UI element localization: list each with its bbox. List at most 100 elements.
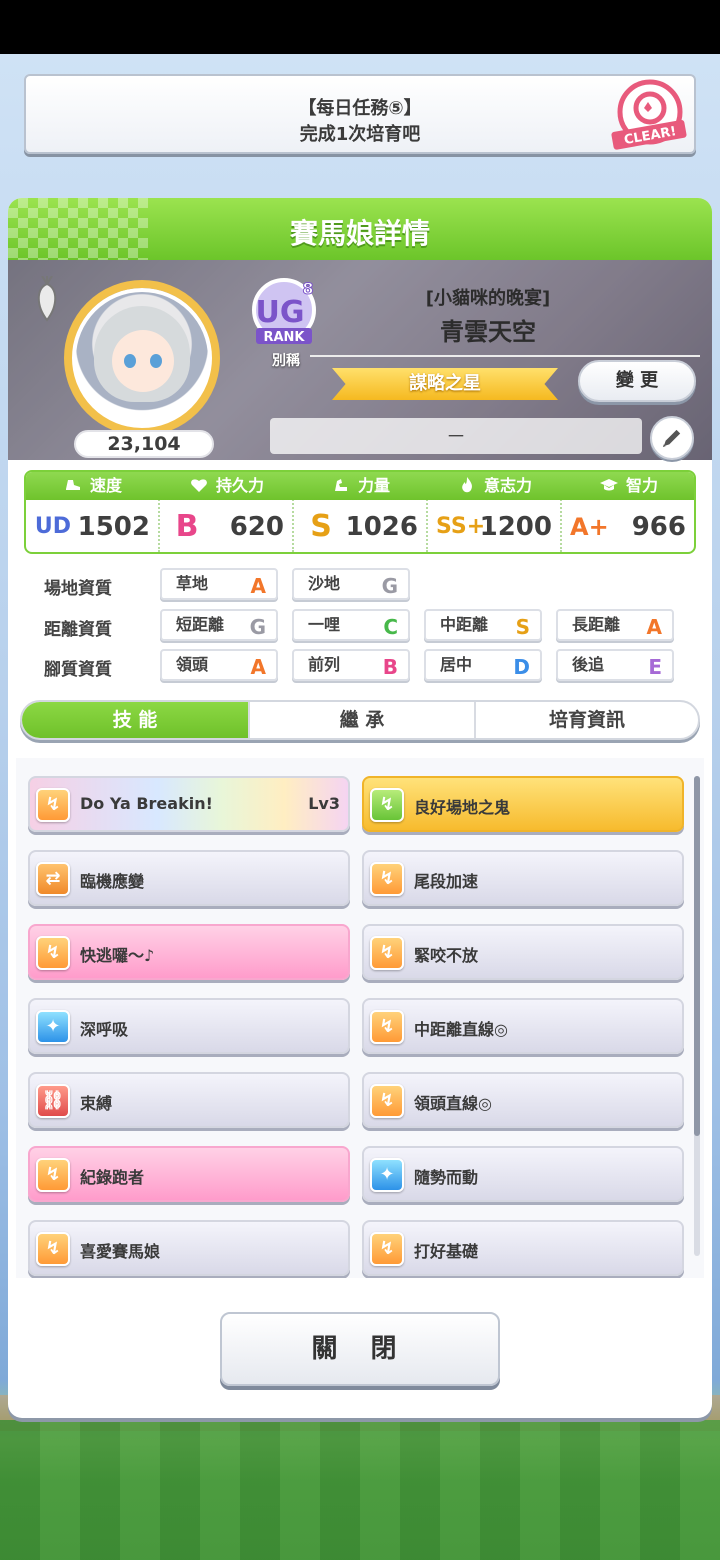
skills-scroll-thumb[interactable]	[694, 776, 700, 1136]
aptitude-name: 中距離	[440, 615, 489, 634]
clear-stamp-icon: CLEAR!	[611, 79, 687, 150]
skill-item[interactable]: ⛓ 束縛	[28, 1072, 350, 1128]
aptitude-pace-chaser: 前列 B	[292, 649, 410, 681]
debuff-skill-icon: ⛓	[36, 1084, 70, 1118]
skill-item[interactable]: ⇄ 臨機應變	[28, 850, 350, 906]
speed-skill-icon: ↯	[370, 862, 404, 896]
stat-stamina: 持久力 B 620	[160, 472, 294, 552]
stat-label: 意志力	[483, 476, 532, 495]
aptitude-medium: 中距離 S	[424, 609, 542, 641]
stat-guts: 意志力 SS+ 1200	[428, 472, 562, 552]
carrot-icon	[37, 276, 57, 322]
stat-value: 1200	[479, 512, 552, 542]
heart-icon	[191, 479, 207, 492]
detail-tabs: 技 能 繼 承 培育資訊	[20, 700, 700, 740]
skill-item[interactable]: ↯ 喜愛賽馬娘	[28, 1220, 350, 1276]
speed-skill-icon: ↯	[370, 1010, 404, 1044]
background-grass	[0, 1420, 720, 1560]
change-nickname-button[interactable]: 變 更	[578, 360, 696, 402]
rank-sub: 8	[302, 279, 313, 298]
aptitude-turf: 草地 A	[160, 568, 278, 600]
stat-header: 持久力	[160, 472, 294, 500]
aptitude-end-closer: 後追 E	[556, 649, 674, 681]
muscle-icon	[334, 479, 347, 491]
rank-label: RANK	[263, 330, 305, 345]
dialog-header: 賽馬娘詳情	[8, 198, 712, 260]
skill-item[interactable]: ↯ 快逃囉～♪	[28, 924, 350, 980]
speed-skill-icon: ↯	[370, 1232, 404, 1266]
track-aptitude-label: 場地資質	[44, 579, 112, 599]
aptitude-name: 居中	[440, 655, 473, 674]
skill-item[interactable]: ↯ 打好基礎	[362, 1220, 684, 1276]
skill-name: 喜愛賽馬娘	[80, 1242, 161, 1261]
aptitude-long: 長距離 A	[556, 609, 674, 641]
aptitude-grade: C	[383, 615, 398, 639]
skill-name: 束縛	[80, 1094, 113, 1113]
flame-icon	[462, 477, 472, 493]
skill-name: 緊咬不放	[414, 946, 479, 965]
character-portrait[interactable]	[64, 280, 220, 436]
edit-pencil-icon[interactable]	[650, 416, 694, 460]
aptitude-grade: E	[648, 655, 662, 679]
recovery-skill-icon: ✦	[36, 1010, 70, 1044]
speed-skill-icon: ↯	[370, 936, 404, 970]
skills-scrollbar[interactable]	[694, 776, 700, 1256]
dialog-title: 賽馬娘詳情	[289, 217, 430, 250]
profile-panel: 23,104 UG 8 RANK 別稱 [小貓咪的晚宴] 青雲天空 謀略之星 變…	[8, 260, 712, 460]
stat-wisdom: 智力 A+ 966	[562, 472, 694, 552]
speed-skill-icon: ↯	[370, 1084, 404, 1118]
tab-skills[interactable]: 技 能	[22, 702, 248, 738]
aptitude-sprint: 短距離 G	[160, 609, 278, 641]
skills-list[interactable]: ↯ Do Ya Breakin! Lv3 ↯ 良好場地之鬼 ⇄ 臨機應變 ↯ 尾…	[16, 758, 704, 1278]
aptitude-grade: A	[646, 615, 662, 639]
daily-mission-banner[interactable]: 【每日任務⑤】 完成1次培育吧 CLEAR!	[24, 74, 696, 154]
recovery-skill-icon: ✦	[370, 1158, 404, 1192]
skill-name: 中距離直線◎	[414, 1020, 508, 1039]
skill-name: 打好基礎	[414, 1242, 479, 1261]
tab-training-info[interactable]: 培育資訊	[474, 702, 698, 738]
skill-item[interactable]: ↯ 良好場地之鬼	[362, 776, 684, 832]
portrait-eye-left	[124, 354, 136, 368]
tab-inheritance[interactable]: 繼 承	[248, 702, 474, 738]
aptitude-grade: A	[250, 655, 266, 679]
stat-value: 966	[631, 512, 686, 542]
evaluation-points: 23,104	[74, 430, 214, 458]
character-epithet: [小貓咪的晚宴]	[425, 288, 551, 309]
stat-header: 意志力	[428, 472, 562, 500]
skill-item[interactable]: ✦ 隨勢而動	[362, 1146, 684, 1202]
skill-name: 紀錄跑者	[80, 1168, 145, 1187]
skill-item[interactable]: ↯ 尾段加速	[362, 850, 684, 906]
aptitude-dirt: 沙地 G	[292, 568, 410, 600]
alias-label: 別稱	[272, 353, 300, 369]
memo-field[interactable]: －	[270, 418, 642, 454]
aptitude-grade: B	[382, 655, 398, 679]
skill-item[interactable]: ✦ 深呼吸	[28, 998, 350, 1054]
stat-label: 力量	[357, 476, 390, 495]
mission-title: 【每日任務⑤】	[298, 98, 422, 119]
close-button[interactable]: 關 閉	[220, 1312, 500, 1386]
aptitude-name: 後追	[572, 655, 605, 674]
rank-badge-icon: UG 8 RANK	[252, 278, 316, 345]
skill-name: 隨勢而動	[414, 1168, 479, 1187]
skill-name: 良好場地之鬼	[414, 798, 511, 817]
aptitude-name: 短距離	[176, 615, 225, 634]
skill-item[interactable]: ↯ Do Ya Breakin! Lv3	[28, 776, 350, 832]
stat-value: 1026	[345, 512, 418, 542]
skill-name: 深呼吸	[80, 1020, 129, 1039]
stat-label: 智力	[625, 476, 658, 495]
aptitude-grade: G	[249, 615, 266, 639]
nickname-ribbon: 謀略之星	[332, 368, 558, 400]
aptitude-name: 一哩	[308, 615, 341, 634]
distance-aptitude-label: 距離資質	[44, 620, 112, 640]
skill-item[interactable]: ↯ 紀錄跑者	[28, 1146, 350, 1202]
skill-name: Do Ya Breakin!	[80, 794, 213, 813]
skill-item[interactable]: ↯ 緊咬不放	[362, 924, 684, 980]
skill-item[interactable]: ↯ 領頭直線◎	[362, 1072, 684, 1128]
speed-skill-icon: ↯	[36, 1232, 70, 1266]
stat-value: 1502	[77, 512, 150, 542]
aptitude-name: 沙地	[308, 574, 341, 593]
portrait-eye-right	[150, 354, 162, 368]
skill-item[interactable]: ↯ 中距離直線◎	[362, 998, 684, 1054]
muscle-skill-icon: ↯	[370, 788, 404, 822]
stat-speed: 速度 UD 1502	[26, 472, 160, 552]
